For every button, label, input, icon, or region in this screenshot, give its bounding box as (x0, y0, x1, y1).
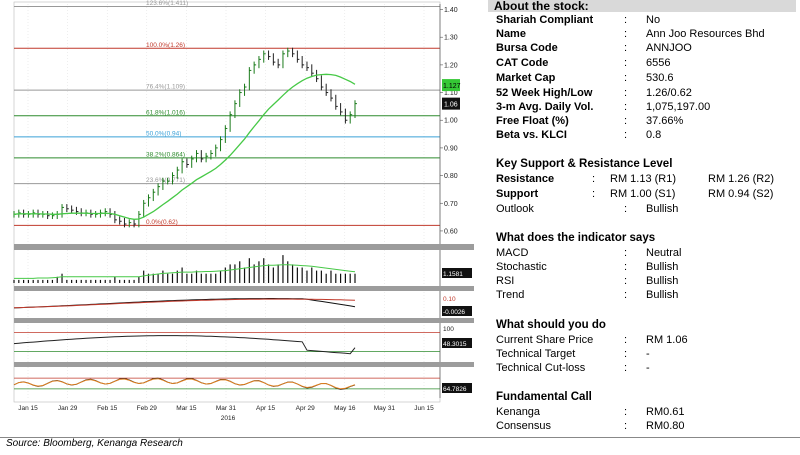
y-tick-label: 1.10 (444, 90, 458, 97)
y-tick-label: 0.90 (444, 145, 458, 152)
x-tick-label: Mar 31 (216, 405, 237, 412)
x-tick-label: Jun 15 (414, 405, 434, 412)
technical-chart: 123.6%(1.411) 100.0%(1.26) 76.4%(1.109) 61.… (13, 0, 474, 422)
x-tick-label: Feb 15 (97, 405, 118, 412)
fib-level-label: 50.0%(0.94) (146, 130, 181, 137)
about-header: About the stock: (488, 0, 796, 12)
last-price-label: 1.06 (444, 102, 458, 109)
stoch-tick-label: 100 (443, 326, 454, 333)
macd-value-label: -0.0026 (443, 309, 465, 316)
y-tick-label: 1.30 (444, 35, 458, 42)
x-tick-label: Jan 29 (58, 405, 78, 412)
source-note: Source: Bloomberg, Kenanga Research (6, 438, 183, 449)
y-tick-label: 0.60 (444, 228, 458, 235)
x-tick-label: May 16 (334, 405, 356, 412)
fund-title: Fundamental Call (496, 391, 592, 403)
x-tick-label: Mar 15 (176, 405, 197, 412)
panel-separator (14, 318, 474, 323)
y-tick-label: 1.40 (444, 7, 458, 14)
ma-value-label: 1.127 (443, 83, 461, 90)
kl-title: Key Support & Resistance Level (496, 158, 673, 170)
volume-ma-line (14, 264, 356, 279)
x-tick-label: May 31 (374, 405, 396, 412)
indicator-title: What does the indicator says (496, 232, 656, 244)
x-tick-label: Feb 29 (137, 405, 158, 412)
rsi-value-label: 64.7826 (443, 386, 467, 393)
macd-signal-line (13, 298, 356, 309)
panel-separator (14, 286, 474, 291)
panel-separator (14, 244, 474, 250)
stoch-value-label: 48.3015 (443, 341, 467, 348)
moving-average-line (13, 73, 356, 220)
x-tick-label: Apr 15 (256, 405, 276, 412)
x-tick-label: Jan 15 (18, 405, 38, 412)
volume-label: 1.1581 (443, 271, 463, 278)
fib-level-label: 38.2%(0.864) (146, 151, 185, 158)
fib-level-label: 76.4%(1.109) (146, 84, 185, 91)
fib-level-label: 123.6%(1.411) (146, 0, 188, 7)
do-title: What should you do (496, 319, 606, 331)
stock-info-panel: About the stock: Shariah Compliant: No Na… (488, 0, 796, 437)
fib-level-label: 61.8%(1.016) (146, 109, 185, 116)
macd-tick-label: 0.10 (443, 296, 456, 303)
fib-level-label: 100.0%(1.26) (146, 42, 185, 49)
x-year-label: 2016 (221, 415, 236, 422)
stochastic-line (13, 335, 356, 355)
y-tick-label: 1.00 (444, 118, 458, 125)
y-tick-label: 0.80 (444, 173, 458, 180)
plot-frame (13, 1, 441, 403)
x-tick-label: Apr 29 (296, 405, 316, 412)
fib-level-label: 0.0%(0.62) (146, 219, 178, 226)
fib-level-label: 23.6%(0.771) (146, 177, 185, 184)
macd-line (13, 298, 356, 309)
panel-separator (14, 362, 474, 367)
y-tick-label: 0.70 (444, 201, 458, 208)
y-tick-label: 1.20 (444, 62, 458, 69)
